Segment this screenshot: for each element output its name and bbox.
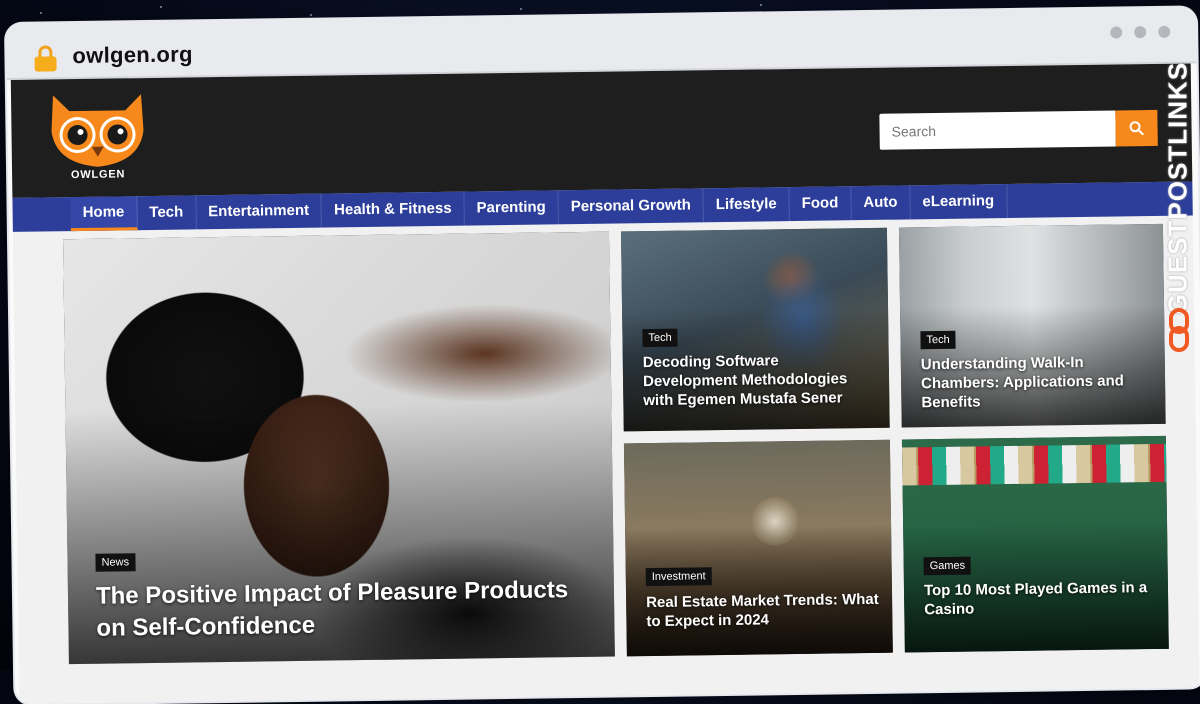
window-dot-icon[interactable]	[1110, 26, 1123, 39]
featured-post-card[interactable]: Games Top 10 Most Played Games in a Casi…	[901, 435, 1169, 653]
website: OWLGEN Home Tech Entertainment Health & …	[10, 63, 1200, 704]
url-text[interactable]: owlgen.org	[72, 41, 193, 69]
search-input[interactable]	[879, 110, 1116, 150]
category-badge[interactable]: Tech	[642, 328, 678, 348]
featured-post-card[interactable]: Investment Real Estate Market Trends: Wh…	[623, 439, 893, 657]
window-dot-icon[interactable]	[1158, 25, 1171, 38]
site-header: OWLGEN	[10, 63, 1193, 198]
owl-logo-icon	[51, 94, 144, 167]
nav-item-personal-growth[interactable]: Personal Growth	[558, 188, 705, 225]
nav-item-parenting[interactable]: Parenting	[464, 190, 560, 226]
owlgen-logo[interactable]: OWLGEN	[47, 90, 148, 183]
category-badge[interactable]: Games	[923, 556, 972, 576]
nav-item-auto[interactable]: Auto	[851, 185, 911, 221]
nav-item-tech[interactable]: Tech	[137, 195, 197, 231]
window-dot-icon[interactable]	[1134, 26, 1147, 39]
nav-item-lifestyle[interactable]: Lifestyle	[703, 187, 790, 223]
featured-post-card[interactable]: Tech Understanding Walk-In Chambers: App…	[898, 223, 1166, 428]
browser-window: owlgen.org OWLGEN Search Home Tech Enter…	[6, 7, 1200, 704]
link-icon	[1169, 308, 1189, 352]
post-title[interactable]: Decoding Software Development Methodolog…	[643, 350, 876, 410]
nav-item-entertainment[interactable]: Entertainment	[196, 193, 323, 230]
nav-item-food[interactable]: Food	[789, 186, 852, 222]
search-icon	[1129, 121, 1144, 136]
category-badge[interactable]: Investment	[645, 567, 712, 587]
featured-post-card[interactable]: News The Positive Impact of Pleasure Pro…	[63, 231, 615, 665]
post-title[interactable]: The Positive Impact of Pleasure Products…	[96, 574, 597, 645]
guestpostlinks-watermark: GUESTPOSTLINKS	[1160, 58, 1196, 358]
search-bar	[879, 109, 1158, 150]
post-title[interactable]: Real Estate Market Trends: What to Expec…	[646, 590, 883, 631]
logo-text: OWLGEN	[70, 168, 126, 182]
featured-post-card[interactable]: Tech Decoding Software Development Metho…	[620, 227, 890, 432]
watermark-text: GUESTPOSTLINKS	[1162, 61, 1193, 315]
nav-item-home[interactable]: Home	[70, 196, 138, 232]
post-title[interactable]: Top 10 Most Played Games in a Casino	[924, 578, 1155, 619]
featured-posts-grid: News The Positive Impact of Pleasure Pro…	[63, 223, 1169, 665]
nav-item-health-fitness[interactable]: Health & Fitness	[321, 191, 465, 228]
post-title[interactable]: Understanding Walk-In Chambers: Applicat…	[921, 352, 1152, 412]
nav-item-elearning[interactable]: eLearning	[910, 184, 1008, 220]
search-button[interactable]	[1115, 109, 1158, 147]
lock-icon	[34, 45, 57, 72]
category-badge[interactable]: News	[95, 553, 136, 572]
category-badge[interactable]: Tech	[920, 330, 956, 350]
window-controls	[1110, 25, 1171, 39]
